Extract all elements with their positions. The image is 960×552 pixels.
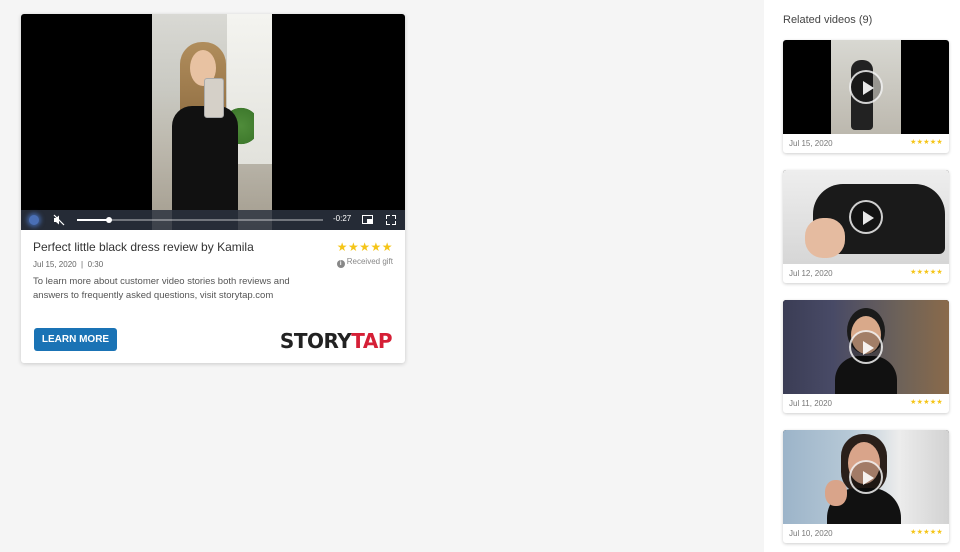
related-video-card[interactable]: Jul 11, 2020 ★★★★★ bbox=[783, 300, 949, 413]
video-frame bbox=[152, 14, 272, 230]
related-video-date: Jul 11, 2020 bbox=[789, 399, 832, 408]
video-thumbnail[interactable] bbox=[783, 40, 949, 134]
received-gift: i Received gift bbox=[336, 257, 393, 268]
video-card: -0:27 Perfect little black dress review … bbox=[21, 14, 405, 363]
related-video-date: Jul 10, 2020 bbox=[789, 529, 833, 538]
play-overlay-icon[interactable] bbox=[849, 460, 883, 494]
storytap-logo[interactable]: STORYTAP bbox=[280, 330, 393, 352]
video-date: Jul 15, 2020 bbox=[33, 260, 77, 269]
related-videos-sidebar: Related videos (9) Jul 15, 2020 ★★★★★ Ju… bbox=[764, 0, 960, 552]
related-video-date: Jul 12, 2020 bbox=[789, 269, 833, 278]
related-video-stars: ★★★★★ bbox=[910, 139, 943, 146]
video-description: To learn more about customer video stori… bbox=[33, 276, 290, 301]
progress-bar[interactable] bbox=[77, 217, 323, 223]
fullscreen-icon[interactable] bbox=[386, 215, 396, 225]
picture-in-picture-icon[interactable] bbox=[362, 215, 373, 224]
play-overlay-icon[interactable] bbox=[849, 330, 883, 364]
time-remaining: -0:27 bbox=[333, 214, 352, 223]
progress-knob[interactable] bbox=[105, 217, 112, 223]
info-icon: i bbox=[336, 260, 345, 268]
video-thumbnail[interactable] bbox=[783, 430, 949, 524]
related-video-card[interactable]: Jul 12, 2020 ★★★★★ bbox=[783, 170, 949, 283]
video-controls: -0:27 bbox=[21, 210, 405, 230]
meta-separator: | bbox=[81, 260, 84, 269]
related-video-stars: ★★★★★ bbox=[910, 399, 943, 406]
learn-more-button[interactable]: LEARN MORE bbox=[34, 328, 117, 351]
related-video-card[interactable]: Jul 10, 2020 ★★★★★ bbox=[783, 430, 949, 543]
video-thumbnail[interactable] bbox=[783, 170, 949, 264]
video-thumbnail[interactable] bbox=[783, 300, 949, 394]
play-overlay-icon[interactable] bbox=[849, 70, 883, 104]
gift-label: Received gift bbox=[346, 257, 393, 266]
related-video-stars: ★★★★★ bbox=[910, 529, 943, 536]
rating-stars: ★★★★★ bbox=[336, 240, 393, 254]
play-overlay-icon[interactable] bbox=[849, 200, 883, 234]
play-icon[interactable] bbox=[29, 215, 39, 225]
related-video-card[interactable]: Jul 15, 2020 ★★★★★ bbox=[783, 40, 949, 153]
related-video-stars: ★★★★★ bbox=[910, 269, 943, 276]
video-player[interactable]: -0:27 bbox=[21, 14, 405, 230]
video-duration: 0:30 bbox=[87, 260, 104, 269]
related-video-date: Jul 15, 2020 bbox=[789, 139, 833, 148]
related-videos-title: Related videos (9) bbox=[783, 14, 873, 26]
video-info: Perfect little black dress review by Kam… bbox=[33, 240, 393, 302]
mute-icon[interactable] bbox=[52, 213, 66, 227]
